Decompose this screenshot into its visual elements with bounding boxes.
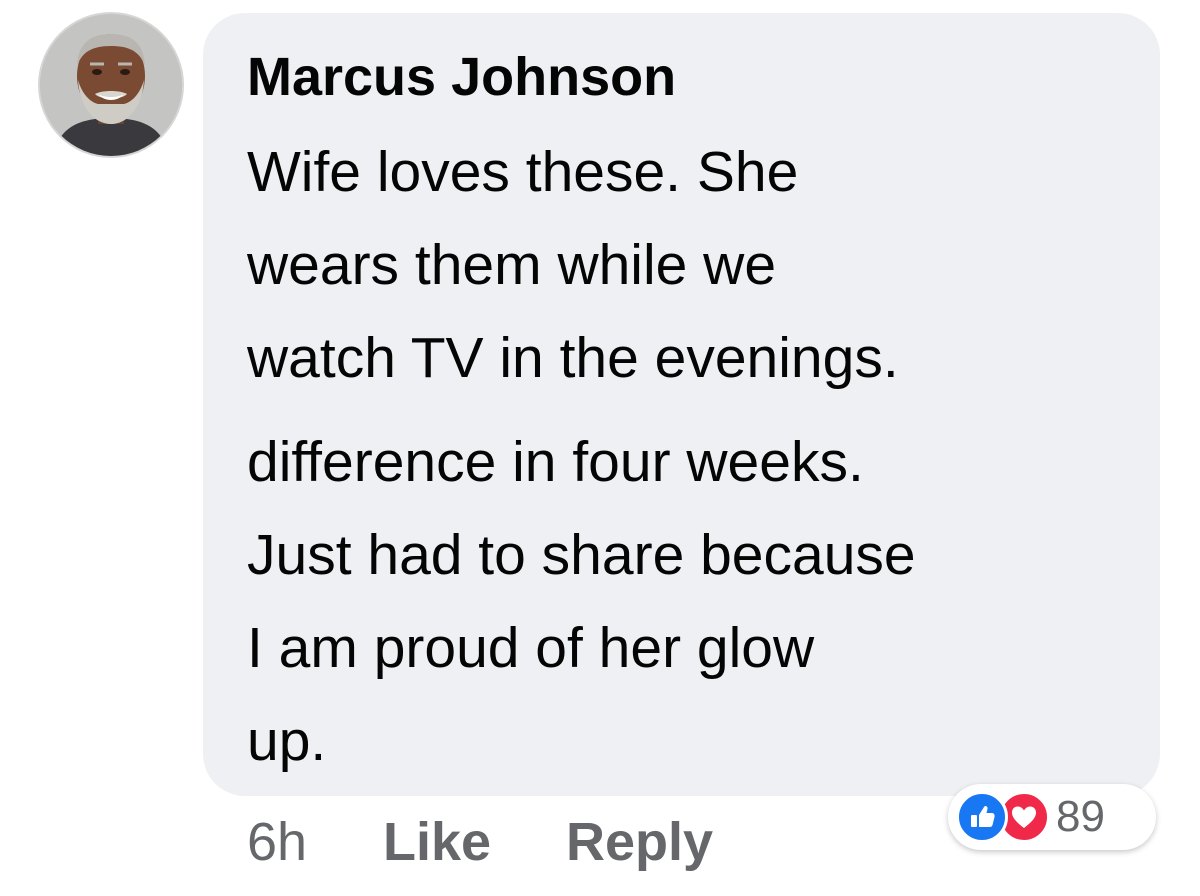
avatar-image (40, 14, 182, 156)
comment-timestamp[interactable]: 6h (247, 805, 307, 879)
comment-line: Just had to share because (247, 523, 916, 587)
reply-button[interactable]: Reply (566, 805, 713, 879)
comment-author-name[interactable]: Marcus Johnson (247, 42, 676, 112)
comment-line: I am proud of her glow (247, 616, 815, 680)
comment-line: wears them while we (247, 233, 777, 297)
comment-line: difference in four weeks. (247, 430, 864, 494)
comment-line: up. (247, 709, 327, 773)
avatar[interactable] (40, 14, 182, 156)
thumbs-up-icon (956, 791, 1008, 843)
reaction-count: 89 (1056, 792, 1105, 841)
comment-line: Wife loves these. She (247, 140, 799, 204)
like-button[interactable]: Like (383, 805, 491, 879)
comment-line: watch TV in the evenings. (247, 326, 899, 390)
reactions-summary[interactable]: 89 (948, 784, 1156, 850)
comment-paragraph-2: difference in four weeks. Just had to sh… (247, 416, 916, 788)
comment-paragraph-1: Wife loves these. She wears them while w… (247, 126, 899, 405)
